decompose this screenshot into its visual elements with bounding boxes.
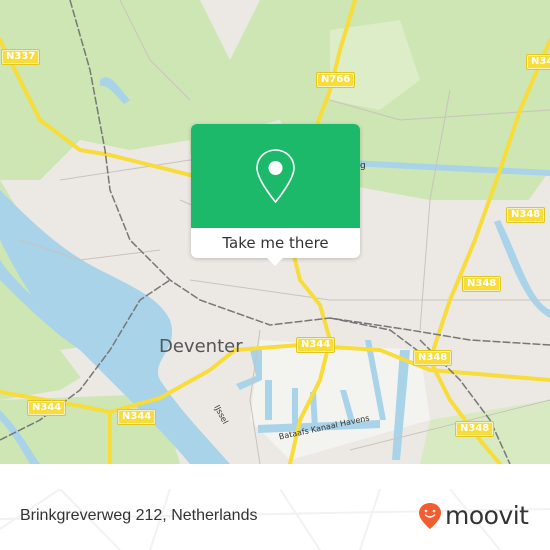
road-shield-n348: N348 [461, 276, 502, 292]
popup-header [191, 124, 360, 228]
road-shield-n766: N766 [315, 72, 356, 88]
location-popup: Take me there [191, 124, 360, 266]
moovit-logo-text: moovit [445, 501, 529, 530]
popup-tail [267, 258, 283, 266]
road-shield-n348: N348 [412, 350, 453, 366]
footer: Brinkgreverweg 212, Netherlands moovit [0, 489, 550, 550]
map-pin-icon [256, 149, 295, 204]
address-text: Brinkgreverweg 212, Netherlands [20, 507, 258, 524]
road-shield-n337: N337 [0, 49, 41, 65]
road-shield-n344: N344 [26, 400, 67, 416]
road-shield-n348: N348 [505, 207, 546, 223]
moovit-pin-icon [419, 502, 441, 529]
street-label: g [360, 161, 366, 171]
city-label: Deventer [159, 336, 243, 357]
take-me-there-button[interactable]: Take me there [191, 228, 360, 258]
road-shield-n348: N348 [454, 421, 495, 437]
moovit-logo[interactable]: moovit [418, 501, 529, 530]
road-shield-n344: N344 [116, 409, 157, 425]
road-shield-n344: N344 [295, 337, 336, 353]
road-shield-n34: N34 [525, 54, 550, 70]
map[interactable]: N337 N766 N34 N348 N348 N348 N348 N344 N… [0, 0, 550, 464]
